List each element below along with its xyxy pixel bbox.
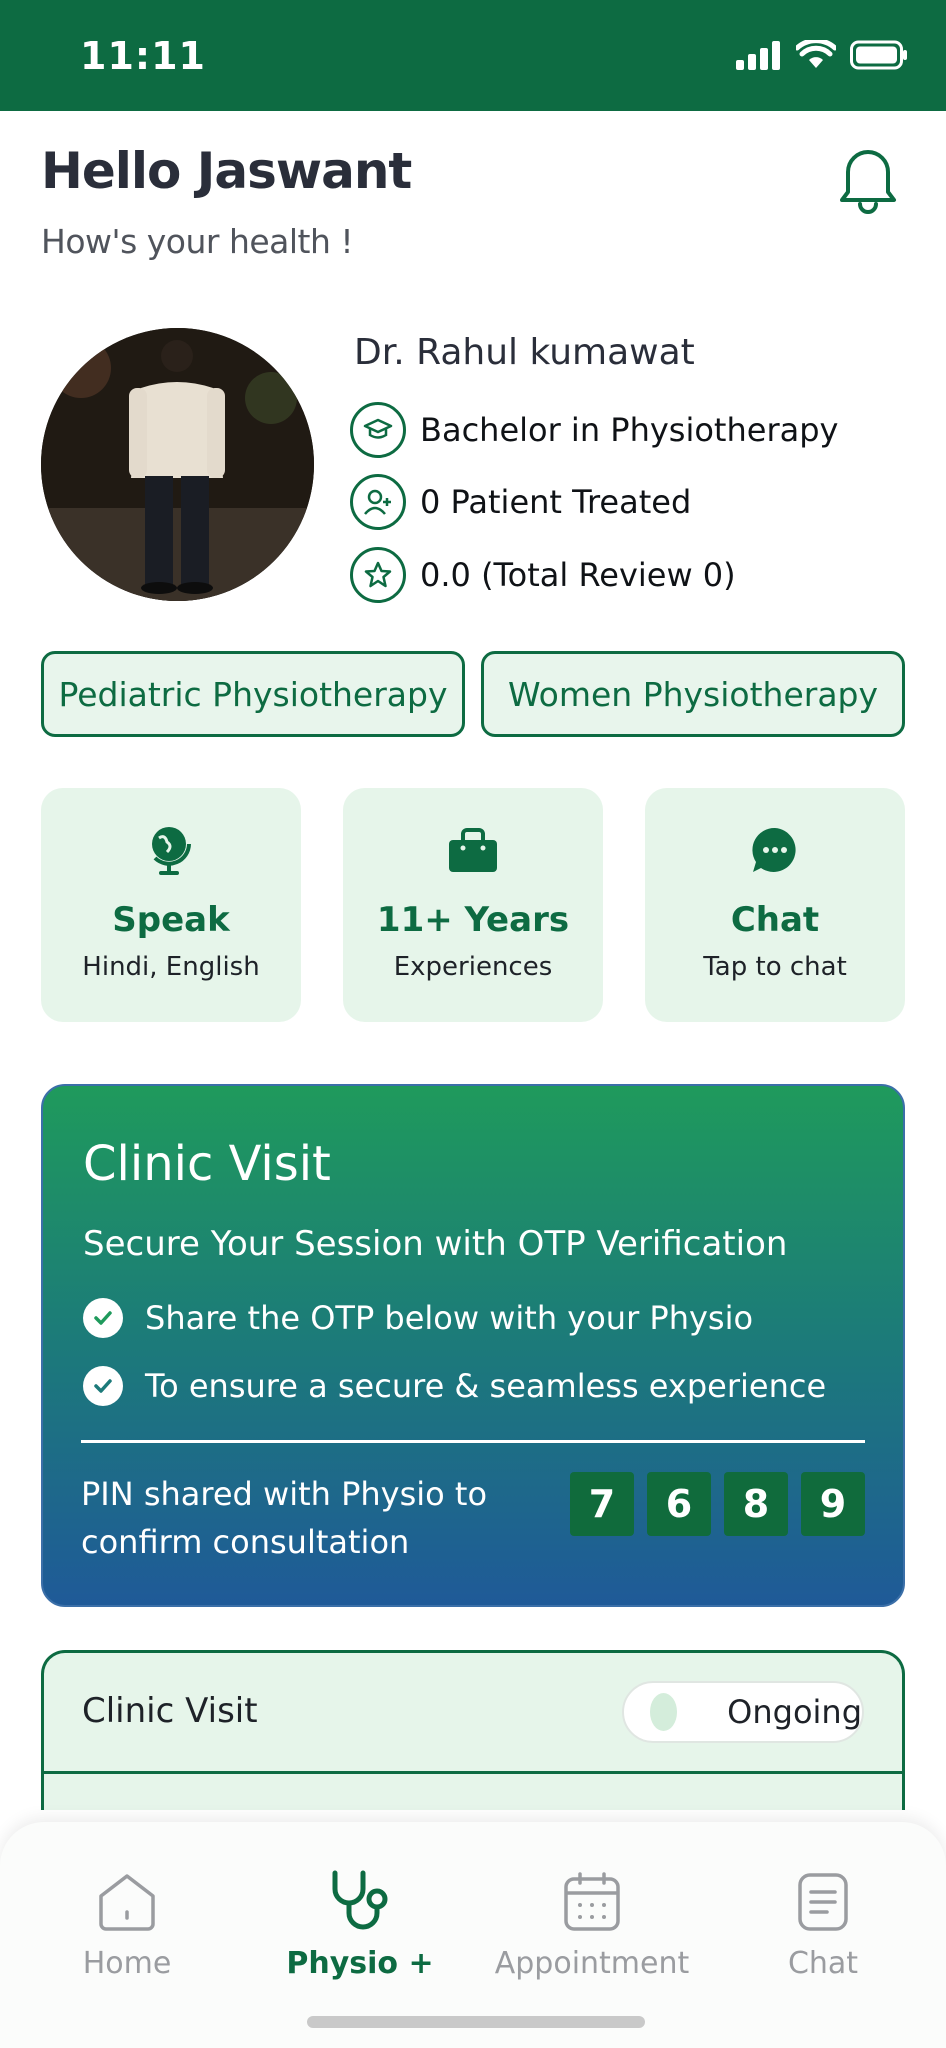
user-add-icon — [350, 474, 406, 530]
nav-item-home[interactable]: Home — [17, 1870, 237, 1981]
chat-icon — [749, 820, 801, 880]
qualification-text: Bachelor in Physiotherapy — [420, 411, 839, 449]
bell-icon[interactable] — [838, 142, 898, 216]
otp-digit: 9 — [801, 1472, 865, 1536]
globe-icon — [145, 820, 197, 880]
home-icon — [96, 1870, 158, 1934]
feature-card-chat[interactable]: Chat Tap to chat — [645, 788, 905, 1022]
otp-divider — [81, 1440, 865, 1443]
nav-label: Chat — [787, 1946, 859, 1981]
feature-card-experience: 11+ Years Experiences — [343, 788, 603, 1022]
home-indicator — [307, 2016, 645, 2028]
visit-divider — [44, 1771, 902, 1774]
otp-digit: 8 — [724, 1472, 788, 1536]
wifi-icon — [796, 40, 836, 68]
otp-digit: 7 — [570, 1472, 634, 1536]
otp-digits: 7 6 8 9 — [570, 1472, 865, 1536]
otp-check-text: To ensure a secure & seamless experience — [145, 1367, 827, 1405]
otp-check-item: Share the OTP below with your Physio — [83, 1298, 753, 1338]
visit-card[interactable]: Clinic Visit Ongoing — [41, 1650, 905, 1810]
briefcase-icon — [447, 820, 499, 880]
feature-subtitle: Tap to chat — [703, 952, 847, 982]
specialty-chip-pediatric[interactable]: Pediatric Physiotherapy — [41, 651, 465, 737]
otp-check-text: Share the OTP below with your Physio — [145, 1299, 754, 1337]
reviews-row: 0.0 (Total Review 0) — [350, 547, 736, 603]
status-badge: Ongoing — [622, 1681, 864, 1743]
qualification-row: Bachelor in Physiotherapy — [350, 402, 838, 458]
status-text: Ongoing — [727, 1693, 862, 1731]
otp-check-item: To ensure a secure & seamless experience — [83, 1366, 826, 1406]
status-bar: 11:11 — [0, 0, 946, 111]
nav-label: Home — [82, 1946, 172, 1981]
otp-card-subtitle: Secure Your Session with OTP Verificatio… — [83, 1224, 788, 1264]
check-icon — [83, 1298, 123, 1338]
feature-card-speak: Speak Hindi, English — [41, 788, 301, 1022]
otp-pin-text: PIN shared with Physio to confirm consul… — [81, 1475, 488, 1561]
feature-title: Speak — [112, 900, 230, 940]
document-icon — [797, 1870, 849, 1934]
reviews-text: 0.0 (Total Review 0) — [420, 556, 736, 594]
nav-label: Appointment — [494, 1946, 690, 1981]
greeting-subtitle: How's your health ! — [41, 222, 354, 261]
graduation-cap-icon — [350, 402, 406, 458]
check-icon — [83, 1366, 123, 1406]
otp-digit: 6 — [647, 1472, 711, 1536]
battery-icon — [850, 40, 907, 70]
otp-card-title: Clinic Visit — [83, 1136, 331, 1192]
doctor-avatar — [41, 328, 314, 601]
patients-text: 0 Patient Treated — [420, 483, 692, 521]
feature-title: Chat — [730, 900, 820, 940]
bottom-nav: Home Physio + Appointment Chat — [0, 1822, 946, 2048]
status-dot — [650, 1693, 678, 1731]
nav-item-chat[interactable]: Chat — [713, 1870, 933, 1981]
feature-subtitle: Hindi, English — [82, 952, 260, 982]
status-icons — [736, 40, 908, 70]
calendar-icon — [563, 1870, 621, 1934]
patients-row: 0 Patient Treated — [350, 474, 691, 530]
star-icon — [350, 547, 406, 603]
visit-card-title: Clinic Visit — [82, 1691, 258, 1731]
nav-item-physio[interactable]: Physio + — [250, 1870, 470, 1981]
feature-title: 11+ Years — [376, 900, 570, 940]
status-time: 11:11 — [80, 34, 206, 78]
stethoscope-icon — [327, 1870, 393, 1934]
nav-label: Physio + — [286, 1946, 434, 1981]
otp-card: Clinic Visit Secure Your Session with OT… — [41, 1084, 905, 1607]
signal-icon — [736, 41, 780, 70]
specialty-chip-women[interactable]: Women Physiotherapy — [481, 651, 905, 737]
nav-item-appointment[interactable]: Appointment — [482, 1870, 702, 1981]
greeting-title: Hello Jaswant — [41, 142, 412, 200]
doctor-name: Dr. Rahul kumawat — [354, 332, 695, 373]
feature-subtitle: Experiences — [393, 952, 553, 982]
